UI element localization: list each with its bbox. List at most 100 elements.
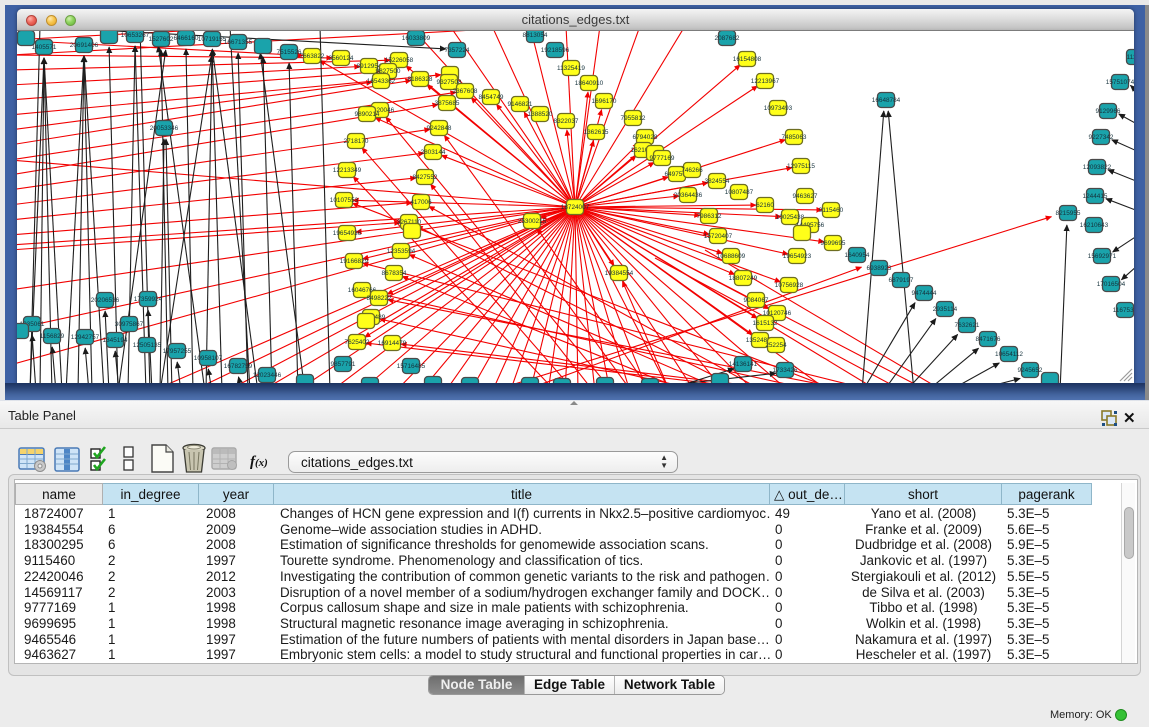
- svg-text:25300215: 25300215: [518, 218, 547, 225]
- svg-text:19654936: 19654936: [333, 230, 362, 237]
- svg-text:12213967: 12213967: [751, 78, 780, 85]
- svg-text:2367608: 2367608: [453, 88, 478, 95]
- svg-text:1388520: 1388520: [528, 111, 553, 118]
- svg-text:14136141: 14136141: [729, 361, 758, 368]
- svg-text:11325419: 11325419: [557, 65, 585, 72]
- svg-text:7986312: 7986312: [697, 213, 722, 220]
- svg-text:9474444: 9474444: [912, 290, 937, 297]
- svg-text:8678354: 8678354: [382, 270, 407, 277]
- svg-text:7955812: 7955812: [621, 115, 646, 122]
- svg-text:1405571: 1405571: [32, 44, 57, 51]
- svg-text:16648784: 16648784: [872, 97, 901, 104]
- svg-text:12023446: 12023446: [253, 372, 282, 379]
- svg-text:17957255: 17957255: [163, 348, 192, 355]
- svg-text:2087682: 2087682: [715, 35, 740, 42]
- svg-text:6879197: 6879197: [889, 277, 914, 284]
- svg-text:417006: 417006: [410, 199, 432, 206]
- svg-text:15716485: 15716485: [397, 363, 426, 370]
- svg-text:20053346: 20053346: [150, 125, 179, 132]
- svg-text:10719155: 10719155: [198, 36, 227, 43]
- svg-text:9129966: 9129966: [1096, 108, 1121, 115]
- svg-text:12942757: 12942757: [71, 334, 100, 341]
- svg-text:8427552: 8427552: [413, 174, 438, 181]
- svg-text:17016504: 17016504: [1097, 281, 1126, 288]
- svg-text:8471676: 8471676: [976, 336, 1001, 343]
- svg-text:9245652: 9245652: [1018, 367, 1043, 374]
- svg-text:3824554: 3824554: [705, 178, 730, 185]
- svg-text:1244415: 1244415: [1083, 193, 1108, 200]
- svg-text:19166829: 19166829: [340, 258, 369, 265]
- svg-text:10025438: 10025438: [776, 214, 805, 221]
- svg-text:8813054: 8813054: [523, 32, 548, 39]
- svg-text:9463627: 9463627: [793, 193, 818, 200]
- svg-text:12505135: 12505135: [133, 342, 162, 349]
- svg-text:8322037: 8322037: [554, 118, 579, 125]
- svg-text:9890214: 9890214: [355, 111, 380, 118]
- svg-text:10107553: 10107553: [330, 197, 359, 204]
- svg-text:9242848: 9242848: [427, 125, 452, 132]
- svg-text:16210643: 16210643: [1080, 222, 1109, 229]
- svg-text:10756928: 10756928: [775, 282, 804, 289]
- svg-text:16914479: 16914479: [378, 340, 407, 347]
- svg-text:20691406: 20691406: [70, 42, 99, 49]
- svg-text:19218596: 19218596: [541, 47, 570, 54]
- svg-text:7625402: 7625402: [345, 339, 370, 346]
- svg-text:10654112: 10654112: [995, 351, 1023, 358]
- svg-text:10653267: 10653267: [121, 32, 150, 39]
- svg-text:f(x): f(x): [250, 454, 268, 470]
- svg-text:746266: 746266: [681, 167, 703, 174]
- svg-text:19384554: 19384554: [605, 270, 634, 277]
- svg-text:15751074: 15751074: [1106, 79, 1134, 86]
- svg-text:18807249: 18807249: [729, 275, 758, 282]
- svg-text:18724007: 18724007: [561, 204, 590, 211]
- svg-text:7357224: 7357224: [445, 47, 470, 54]
- svg-text:19654923: 19654923: [783, 253, 812, 260]
- svg-text:1167533: 1167533: [1113, 307, 1134, 314]
- svg-text:2803144: 2803144: [421, 149, 446, 156]
- svg-text:12975115: 12975115: [787, 163, 815, 170]
- svg-text:9115460: 9115460: [819, 207, 844, 214]
- svg-text:10958107: 10958107: [194, 355, 223, 362]
- svg-text:1527602: 1527602: [149, 36, 174, 43]
- svg-text:8498222: 8498222: [367, 295, 392, 302]
- svg-text:6794028: 6794028: [633, 134, 658, 141]
- svg-text:9777169: 9777169: [650, 155, 675, 162]
- svg-text:9084067: 9084067: [744, 297, 769, 304]
- svg-text:16033809: 16033809: [402, 35, 431, 42]
- svg-text:9857791: 9857791: [331, 361, 356, 368]
- svg-text:2718170: 2718170: [344, 138, 369, 145]
- svg-text:12213349: 12213349: [333, 167, 362, 174]
- svg-text:8215955: 8215955: [1056, 210, 1081, 217]
- svg-text:30975867: 30975867: [115, 321, 144, 328]
- svg-text:7663822: 7663822: [300, 53, 325, 60]
- svg-text:12093822: 12093822: [1083, 164, 1112, 171]
- svg-text:11174: 11174: [1127, 54, 1134, 61]
- svg-text:18640910: 18640910: [575, 80, 604, 87]
- svg-text:15692971: 15692971: [1088, 253, 1117, 260]
- svg-text:3560124: 3560124: [329, 55, 354, 62]
- svg-text:7485063: 7485063: [782, 134, 807, 141]
- svg-text:15720407: 15720407: [704, 233, 733, 240]
- svg-text:1733426: 1733426: [773, 367, 798, 374]
- svg-text:7515526: 7515526: [277, 49, 302, 56]
- svg-text:9227342: 9227342: [1089, 134, 1114, 141]
- svg-text:1696170: 1696170: [592, 98, 617, 105]
- svg-text:1640954: 1640954: [845, 252, 870, 259]
- svg-text:62160: 62160: [756, 202, 774, 209]
- svg-text:7632621: 7632621: [955, 322, 980, 329]
- svg-text:1345194: 1345194: [103, 337, 128, 344]
- svg-text:8186328: 8186328: [408, 76, 433, 83]
- svg-text:8454749: 8454749: [479, 94, 504, 101]
- svg-text:10688609: 10688609: [717, 253, 746, 260]
- svg-text:9146821: 9146821: [508, 101, 533, 108]
- svg-text:6938923: 6938923: [867, 265, 892, 272]
- svg-text:17359924: 17359924: [134, 296, 163, 303]
- svg-text:12353594: 12353594: [387, 248, 416, 255]
- svg-text:10973493: 10973493: [764, 105, 793, 112]
- svg-text:20364436: 20364436: [674, 192, 703, 199]
- svg-text:3875685: 3875685: [435, 100, 460, 107]
- svg-text:16782759: 16782759: [224, 363, 253, 370]
- svg-text:6466160: 6466160: [174, 35, 199, 42]
- svg-text:252254: 252254: [765, 342, 787, 349]
- svg-text:16671355: 16671355: [224, 39, 253, 46]
